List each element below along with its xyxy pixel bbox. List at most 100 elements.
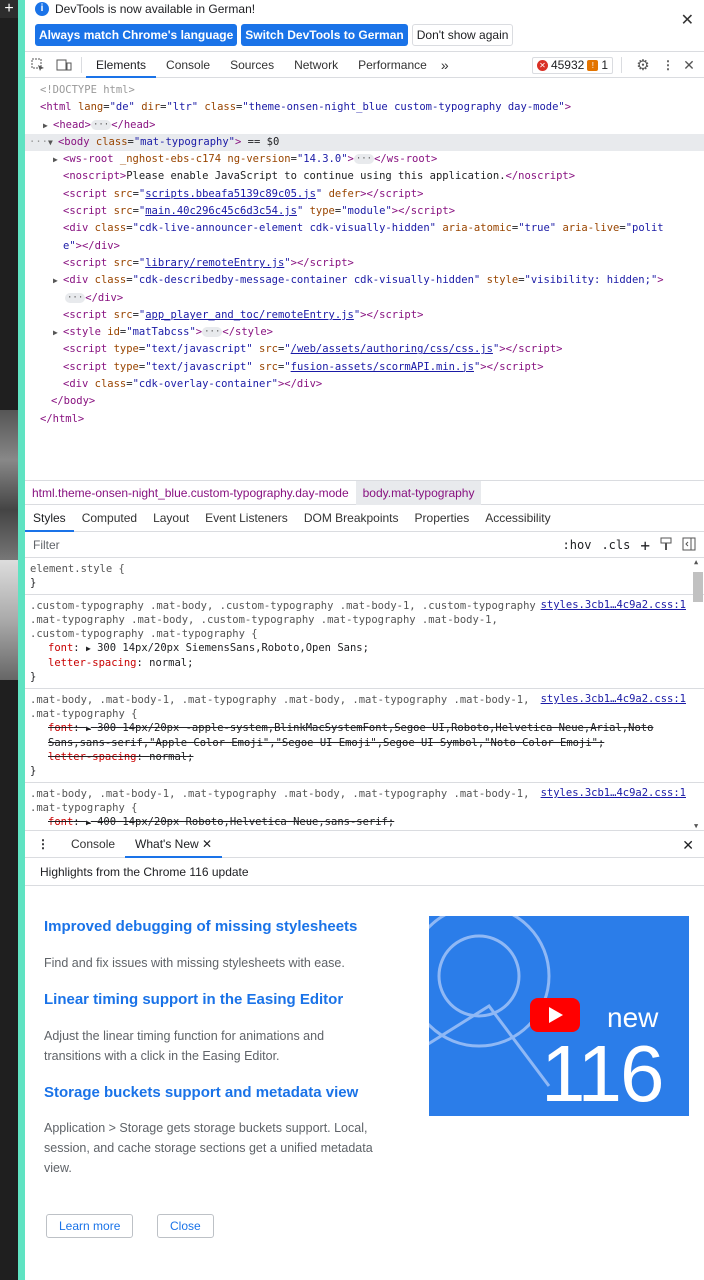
dont-show-again-button[interactable]: Don't show again <box>411 24 514 46</box>
close-button[interactable]: Close <box>157 1214 214 1238</box>
error-icon: ✕ <box>536 59 548 71</box>
tree-line[interactable]: <script src="scripts.bbeafa5139c89c05.js… <box>25 186 704 203</box>
close-tab-icon[interactable]: ✕ <box>202 837 212 851</box>
script-link[interactable]: /web/assets/authoring/css/css.js <box>291 343 493 355</box>
tab-dom-breakpoints[interactable]: DOM Breakpoints <box>296 504 407 532</box>
breadcrumb-body[interactable]: body.mat-typography <box>355 480 482 505</box>
script-link[interactable]: fusion-assets/scormAPI.min.js <box>291 361 474 373</box>
tree-line-selected[interactable]: ···▼ <body class="mat-typography"> == $0 <box>25 133 704 152</box>
collapse-triangle-icon[interactable]: ▼ <box>48 134 58 151</box>
expand-triangle-icon[interactable]: ▶ <box>53 151 63 168</box>
tab-layout[interactable]: Layout <box>145 504 197 532</box>
script-link[interactable]: scripts.bbeafa5139c89c05.js <box>145 188 316 200</box>
match-language-button[interactable]: Always match Chrome's language <box>35 24 238 46</box>
tree-line[interactable]: ▶ <head> ··· </head> <box>25 117 704 134</box>
ellipsis-icon[interactable]: ··· <box>202 327 223 338</box>
sidebar-toggle-icon[interactable] <box>682 537 696 554</box>
more-options-icon[interactable]: ⋮ <box>660 52 676 78</box>
tab-console[interactable]: Console <box>156 52 220 78</box>
expand-triangle-icon[interactable]: ▶ <box>86 644 91 653</box>
tab-elements[interactable]: Elements <box>86 52 157 78</box>
feature-title[interactable]: Storage buckets support and metadata vie… <box>44 1084 358 1101</box>
new-rule-icon[interactable]: + <box>640 536 650 555</box>
infobar-message: DevTools is now available in German! <box>55 2 256 16</box>
youtube-play-icon[interactable] <box>530 998 580 1032</box>
tree-line[interactable]: <div class="cdk-overlay-container"></div… <box>25 376 704 393</box>
plus-icon[interactable]: + <box>0 0 18 18</box>
expand-triangle-icon[interactable]: ▶ <box>43 117 53 134</box>
ellipsis-icon[interactable]: ··· <box>65 292 86 303</box>
tree-line[interactable]: ▶ <style id="matTabcss"> ··· </style> <box>25 324 704 341</box>
script-link[interactable]: library/remoteEntry.js <box>145 257 284 269</box>
close-devtools-icon[interactable]: ✕ <box>680 52 698 78</box>
tree-line[interactable]: ▶ <div class="cdk-describedby-message-con… <box>25 272 704 289</box>
tab-network[interactable]: Network <box>284 52 348 78</box>
tab-accessibility[interactable]: Accessibility <box>477 504 558 532</box>
ellipsis-icon[interactable]: ··· <box>353 154 375 165</box>
expand-triangle-icon[interactable]: ▶ <box>86 818 91 827</box>
feature-title[interactable]: Improved debugging of missing stylesheet… <box>44 918 357 935</box>
devtools-panel: i DevTools is now available in German! ✕… <box>25 0 704 1280</box>
close-drawer-icon[interactable]: ✕ <box>682 837 694 854</box>
ellipsis-icon[interactable]: ··· <box>90 119 112 130</box>
expand-triangle-icon[interactable]: ▶ <box>53 324 63 341</box>
tree-line[interactable]: <html lang="de" dir="ltr" class="theme-o… <box>25 99 704 116</box>
whats-new-content: Improved debugging of missing stylesheet… <box>25 886 704 1280</box>
script-link[interactable]: main.40c296c45c6d3c54.js <box>145 205 297 217</box>
tree-line[interactable]: <script type="text/javascript" src="fusi… <box>25 359 704 376</box>
tab-performance[interactable]: Performance <box>348 52 437 78</box>
tree-line[interactable]: ▶ <ws-root _nghost-ebs-c174 ng-version="1… <box>25 151 704 168</box>
device-toolbar-icon[interactable] <box>51 52 77 78</box>
filter-input[interactable]: Filter <box>25 538 60 552</box>
page-image <box>0 560 18 680</box>
source-link[interactable]: styles.3cb1…4c9a2.css:1 <box>541 693 686 705</box>
feature-title[interactable]: Linear timing support in the Easing Edit… <box>44 991 343 1008</box>
scroll-up-icon[interactable]: ▲ <box>694 558 698 566</box>
drawer-menu-icon[interactable]: ⋮ <box>25 837 61 851</box>
issues-counter[interactable]: ✕ 45932 ! 1 <box>531 56 613 74</box>
tab-styles[interactable]: Styles <box>25 504 74 532</box>
script-link[interactable]: app_player_and_toc/remoteEntry.js <box>145 309 354 321</box>
inspect-element-icon[interactable] <box>25 52 51 78</box>
tab-event-listeners[interactable]: Event Listeners <box>197 504 296 532</box>
tree-line[interactable]: ··· </div> <box>25 290 704 307</box>
feature-description: Find and fix issues with missing stylesh… <box>44 956 345 970</box>
source-link[interactable]: styles.3cb1…4c9a2.css:1 <box>541 787 686 799</box>
page-image <box>0 410 18 560</box>
gear-icon[interactable]: ⚙ <box>630 52 656 78</box>
close-icon[interactable]: ✕ <box>681 10 694 30</box>
source-link[interactable]: styles.3cb1…4c9a2.css:1 <box>541 599 686 611</box>
tree-line[interactable]: <script src="app_player_and_toc/remoteEn… <box>25 307 704 324</box>
tab-computed[interactable]: Computed <box>74 504 145 532</box>
tree-line[interactable]: <script type="text/javascript" src="/web… <box>25 341 704 358</box>
drawer-tab-whats-new[interactable]: What's New ✕ <box>125 830 223 858</box>
styles-scrollbar[interactable]: ▲ ▼ <box>691 558 703 830</box>
expand-triangle-icon[interactable]: ▶ <box>53 272 63 289</box>
browser-page-strip: + <box>0 0 18 1280</box>
tab-properties[interactable]: Properties <box>407 504 478 532</box>
tree-line[interactable]: </html> <box>25 411 704 428</box>
video-thumbnail[interactable]: new 116 <box>429 916 689 1116</box>
tree-line[interactable]: </body> <box>25 393 704 410</box>
scrollbar-thumb[interactable] <box>693 572 703 602</box>
more-tabs-icon[interactable]: » <box>437 52 453 78</box>
scroll-down-icon[interactable]: ▼ <box>694 822 698 830</box>
tab-sources[interactable]: Sources <box>220 52 284 78</box>
learn-more-button[interactable]: Learn more <box>46 1214 134 1238</box>
switch-german-button[interactable]: Switch DevTools to German <box>241 24 408 46</box>
tree-line[interactable]: <div class="cdk-live-announcer-element c… <box>25 220 704 237</box>
tree-line[interactable]: e"></div> <box>25 238 704 255</box>
hov-toggle[interactable]: :hov <box>563 538 592 552</box>
tree-line[interactable]: <!DOCTYPE html> <box>25 82 704 99</box>
info-icon: i <box>35 2 49 16</box>
cls-toggle[interactable]: .cls <box>601 538 630 552</box>
expand-triangle-icon[interactable]: ▶ <box>86 724 91 733</box>
tree-line[interactable]: <noscript>Please enable JavaScript to co… <box>25 168 704 185</box>
paint-icon[interactable] <box>660 537 672 554</box>
css-rule: styles.3cb1…4c9a2.css:1 .mat-body, .mat-… <box>30 787 686 828</box>
drawer-tab-console[interactable]: Console <box>61 830 125 858</box>
tree-line[interactable]: <script src="main.40c296c45c6d3c54.js" t… <box>25 203 704 220</box>
tree-line[interactable]: <script src="library/remoteEntry.js"></s… <box>25 255 704 272</box>
dom-tree: <!DOCTYPE html> <html lang="de" dir="ltr… <box>25 78 704 480</box>
breadcrumb-html[interactable]: html.theme-onsen-night_blue.custom-typog… <box>25 481 356 505</box>
